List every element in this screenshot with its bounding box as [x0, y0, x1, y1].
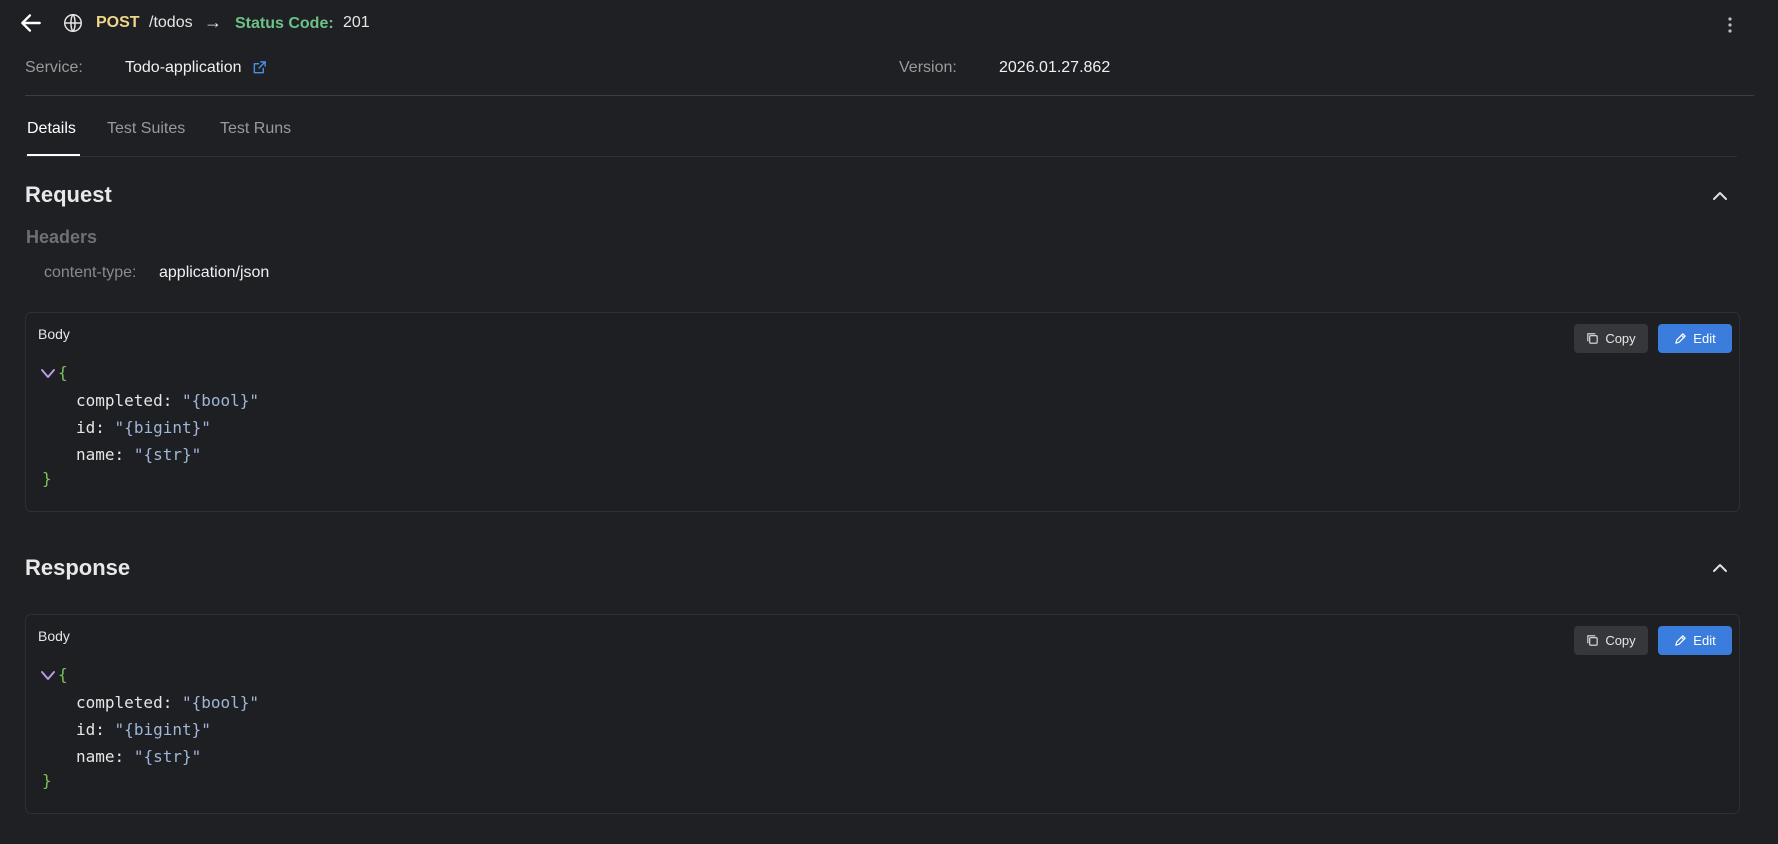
chevron-down-icon[interactable]	[40, 367, 56, 381]
endpoint-path: /todos	[149, 14, 193, 31]
tabs-divider	[25, 156, 1737, 157]
body-label: Body	[38, 628, 70, 644]
json-open-brace: {	[58, 363, 68, 382]
copy-button-label: Copy	[1605, 331, 1636, 346]
json-key: id:	[76, 418, 105, 437]
json-field: name: "{str}"	[76, 747, 201, 766]
copy-icon	[1587, 333, 1599, 344]
edit-button-label: Edit	[1693, 331, 1716, 346]
response-body-card: Body Copy Edit { completed: "{bool}" id:…	[25, 614, 1740, 814]
globe-icon	[64, 14, 82, 32]
http-method: POST	[96, 14, 140, 31]
json-value: "{str}"	[133, 445, 202, 464]
json-key: name:	[76, 445, 125, 464]
json-value: "{str}"	[133, 747, 202, 766]
json-open-brace: {	[58, 665, 68, 684]
version-label: Version:	[899, 59, 957, 76]
edit-button[interactable]: Edit	[1658, 324, 1732, 353]
json-field: id: "{bigint}"	[76, 418, 211, 437]
chevron-up-icon[interactable]	[1708, 556, 1732, 580]
service-label: Service:	[25, 59, 83, 76]
chevron-up-icon[interactable]	[1708, 184, 1732, 208]
version-value: 2026.01.27.862	[999, 59, 1111, 76]
request-body-card: Body Copy Edit { completed: "{bool}" id:…	[25, 312, 1740, 512]
json-field: completed: "{bool}"	[76, 391, 259, 410]
json-key: name:	[76, 747, 125, 766]
chevron-down-icon[interactable]	[40, 669, 56, 683]
divider	[25, 95, 1754, 96]
external-link-icon[interactable]	[252, 60, 267, 75]
top-bar: POST /todos → Status Code: 201	[0, 0, 1778, 48]
header-value: application/json	[159, 264, 270, 281]
edit-button[interactable]: Edit	[1658, 626, 1732, 655]
json-close-brace: }	[42, 771, 52, 790]
headers-title: Headers	[26, 227, 98, 247]
json-field: name: "{str}"	[76, 445, 201, 464]
json-value: "{bool}"	[181, 391, 260, 410]
copy-icon	[1587, 635, 1599, 646]
json-key: id:	[76, 720, 105, 739]
header-key: content-type:	[44, 264, 137, 281]
service-value: Todo-application	[125, 59, 242, 76]
copy-button[interactable]: Copy	[1574, 324, 1648, 353]
response-title: Response	[25, 555, 131, 580]
status-code-label: Status Code:	[235, 15, 334, 32]
request-title: Request	[25, 182, 112, 207]
json-field: completed: "{bool}"	[76, 693, 259, 712]
json-value: "{bool}"	[181, 693, 260, 712]
json-value: "{bigint}"	[114, 720, 211, 739]
status-code-value: 201	[343, 14, 370, 31]
json-close-brace: }	[42, 469, 52, 488]
arrow-left-icon[interactable]	[18, 10, 44, 36]
json-field: id: "{bigint}"	[76, 720, 211, 739]
kebab-menu-icon[interactable]	[1722, 14, 1738, 36]
copy-button-label: Copy	[1605, 633, 1636, 648]
body-label: Body	[38, 326, 70, 342]
arrow-separator: →	[204, 12, 222, 32]
copy-button[interactable]: Copy	[1574, 626, 1648, 655]
json-key: completed:	[76, 693, 173, 712]
tab-details[interactable]: Details	[27, 120, 76, 138]
tab-test-suites[interactable]: Test Suites	[107, 120, 185, 138]
edit-button-label: Edit	[1693, 633, 1716, 648]
json-key: completed:	[76, 391, 173, 410]
json-value: "{bigint}"	[114, 418, 211, 437]
pencil-icon	[1675, 333, 1687, 344]
tab-test-runs[interactable]: Test Runs	[220, 120, 291, 138]
pencil-icon	[1675, 635, 1687, 646]
